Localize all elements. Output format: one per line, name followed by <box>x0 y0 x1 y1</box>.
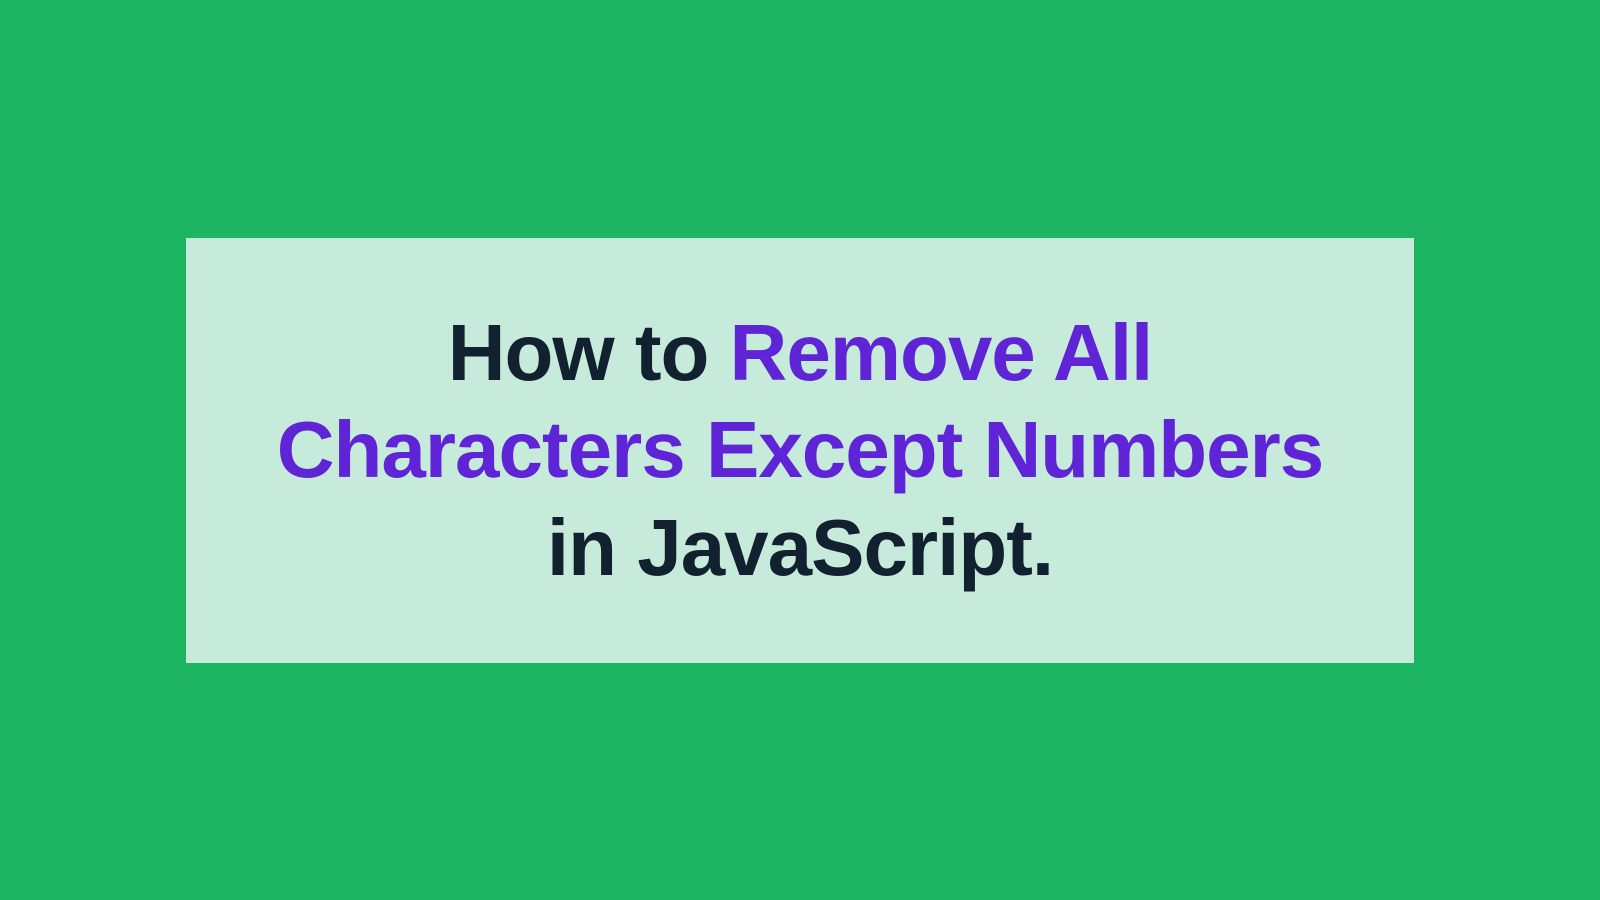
title-prefix: How to <box>448 308 730 397</box>
article-title: How to Remove All Characters Except Numb… <box>246 304 1354 597</box>
title-highlight: Remove All Characters Except Numbers <box>277 308 1324 495</box>
title-suffix: in JavaScript. <box>547 503 1053 592</box>
content-card: How to Remove All Characters Except Numb… <box>186 238 1414 663</box>
